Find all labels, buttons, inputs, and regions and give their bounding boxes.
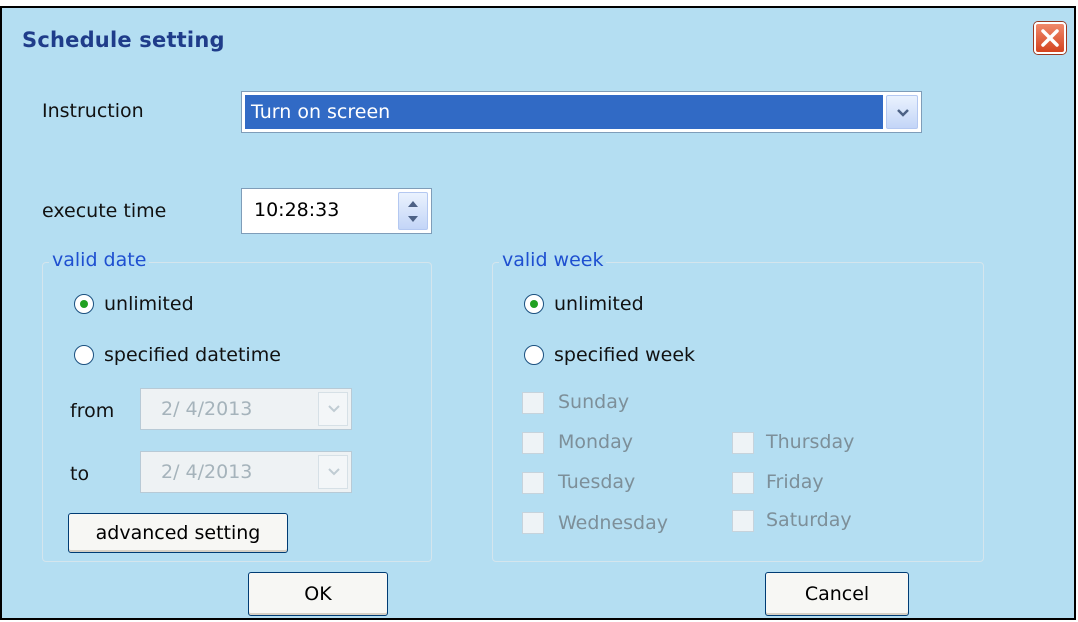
instruction-label: Instruction	[42, 100, 144, 122]
valid-date-unlimited-radio[interactable]	[74, 294, 94, 314]
from-date-value: 2/ 4/2013	[161, 398, 253, 420]
from-date-picker[interactable]: 2/ 4/2013	[140, 388, 352, 430]
chevron-down-icon	[328, 405, 340, 413]
title-bar[interactable]: Schedule setting	[2, 8, 1074, 76]
sunday-checkbox[interactable]	[522, 392, 544, 414]
wednesday-label: Wednesday	[558, 512, 669, 534]
thursday-checkbox[interactable]	[732, 432, 754, 454]
valid-week-specified-label[interactable]: specified week	[554, 344, 695, 366]
valid-date-specified-radio[interactable]	[74, 345, 94, 365]
tuesday-checkbox[interactable]	[522, 472, 544, 494]
valid-date-unlimited-label[interactable]: unlimited	[104, 293, 194, 315]
ok-button[interactable]: OK	[248, 572, 388, 616]
execute-time-spinner[interactable]	[398, 192, 428, 230]
window-title: Schedule setting	[22, 28, 225, 52]
to-date-value: 2/ 4/2013	[161, 461, 253, 483]
saturday-checkbox[interactable]	[732, 510, 754, 532]
to-date-dropdown-button[interactable]	[318, 455, 348, 489]
from-date-dropdown-button[interactable]	[318, 392, 348, 426]
sunday-label: Sunday	[558, 391, 630, 413]
spin-down-icon[interactable]	[406, 213, 420, 225]
instruction-select[interactable]: Turn on screen	[241, 91, 922, 133]
instruction-selected-value: Turn on screen	[245, 95, 883, 129]
monday-label: Monday	[558, 431, 634, 453]
valid-date-title: valid date	[49, 249, 150, 271]
chevron-down-icon	[328, 468, 340, 476]
radio-selected-dot	[80, 300, 88, 308]
wednesday-checkbox[interactable]	[522, 512, 544, 534]
execute-time-value: 10:28:33	[254, 199, 340, 221]
advanced-setting-button[interactable]: advanced setting	[68, 513, 288, 553]
valid-week-unlimited-radio[interactable]	[524, 294, 544, 314]
tuesday-label: Tuesday	[558, 471, 636, 493]
friday-label: Friday	[766, 471, 824, 493]
valid-week-unlimited-label[interactable]: unlimited	[554, 293, 644, 315]
saturday-label: Saturday	[766, 509, 852, 531]
chevron-down-icon	[897, 109, 909, 117]
spin-up-icon[interactable]	[406, 198, 420, 210]
to-label: to	[70, 463, 90, 485]
execute-time-input[interactable]: 10:28:33	[241, 188, 432, 234]
close-button[interactable]	[1034, 22, 1066, 54]
close-icon	[1041, 29, 1059, 47]
radio-selected-dot	[530, 300, 538, 308]
thursday-label: Thursday	[766, 431, 855, 453]
friday-checkbox[interactable]	[732, 472, 754, 494]
to-date-picker[interactable]: 2/ 4/2013	[140, 451, 352, 493]
valid-date-specified-label[interactable]: specified datetime	[104, 344, 281, 366]
execute-time-label: execute time	[42, 200, 167, 222]
cancel-button[interactable]: Cancel	[765, 572, 909, 616]
schedule-setting-dialog: Schedule setting Instruction Turn on scr…	[0, 6, 1076, 620]
valid-week-title: valid week	[499, 249, 607, 271]
instruction-dropdown-button[interactable]	[886, 95, 918, 129]
valid-week-specified-radio[interactable]	[524, 345, 544, 365]
monday-checkbox[interactable]	[522, 432, 544, 454]
from-label: from	[70, 400, 115, 422]
